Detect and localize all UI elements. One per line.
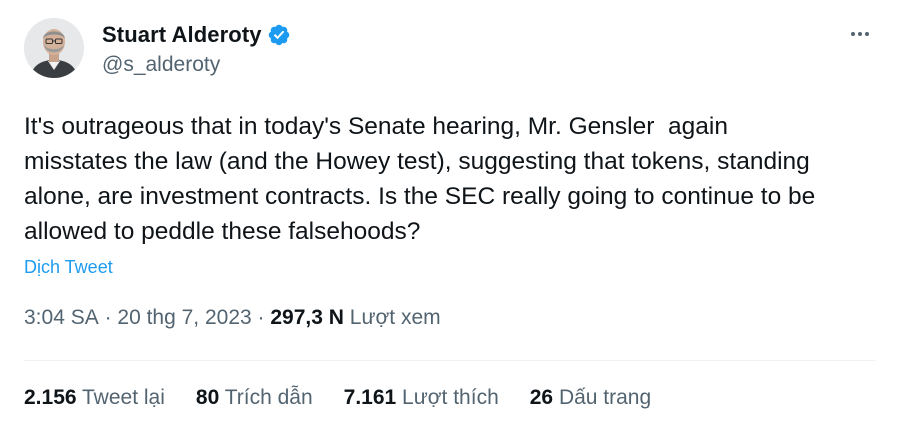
views-label: Lượt xem bbox=[343, 306, 441, 329]
quotes-count: 80 bbox=[195, 386, 220, 409]
quotes-stat[interactable]: 80 Trích dẫn bbox=[196, 386, 313, 410]
avatar-image bbox=[24, 18, 84, 78]
translate-tweet-link[interactable]: Dịch Tweet bbox=[24, 257, 113, 278]
display-name[interactable]: Stuart Alderoty bbox=[102, 22, 262, 48]
bookmarks-stat[interactable]: 26 Dấu trang bbox=[530, 386, 651, 410]
author-block: Stuart Alderoty @s_alderoty bbox=[102, 21, 291, 77]
tweet-time[interactable]: 3:04 SA bbox=[24, 306, 99, 330]
tweet-card: Stuart Alderoty @s_alderoty It's outrage… bbox=[0, 0, 916, 438]
display-name-row: Stuart Alderoty bbox=[102, 21, 291, 49]
ellipsis-icon bbox=[851, 32, 869, 36]
divider bbox=[24, 360, 876, 361]
likes-label: Lượt thích bbox=[396, 386, 499, 409]
meta-separator: · bbox=[251, 306, 271, 329]
tweet-text: It's outrageous that in today's Senate h… bbox=[24, 113, 816, 245]
quotes-label: Trích dẫn bbox=[219, 386, 313, 409]
tweet-meta: 3:04 SA · 20 thg 7, 2023 · 297,3 N Lượt … bbox=[24, 306, 441, 330]
retweets-label: Tweet lại bbox=[76, 386, 165, 409]
likes-stat[interactable]: 7.161 Lượt thích bbox=[344, 386, 499, 410]
handle[interactable]: @s_alderoty bbox=[102, 53, 291, 77]
more-options-button[interactable] bbox=[844, 22, 876, 46]
tweet-date[interactable]: 20 thg 7, 2023 bbox=[117, 306, 251, 330]
avatar[interactable] bbox=[24, 18, 84, 78]
meta-separator: · bbox=[98, 306, 118, 329]
retweets-count: 2.156 bbox=[24, 386, 77, 409]
verified-badge-icon[interactable] bbox=[267, 23, 291, 47]
bookmarks-label: Dấu trang bbox=[553, 386, 652, 409]
bookmarks-count: 26 bbox=[529, 386, 554, 409]
views-count: 297,3 N bbox=[270, 306, 344, 329]
retweets-stat[interactable]: 2.156 Tweet lại bbox=[24, 386, 165, 410]
engagement-stats: 2.156 Tweet lại 80 Trích dẫn 7.161 Lượt … bbox=[24, 386, 682, 410]
likes-count: 7.161 bbox=[343, 386, 397, 409]
